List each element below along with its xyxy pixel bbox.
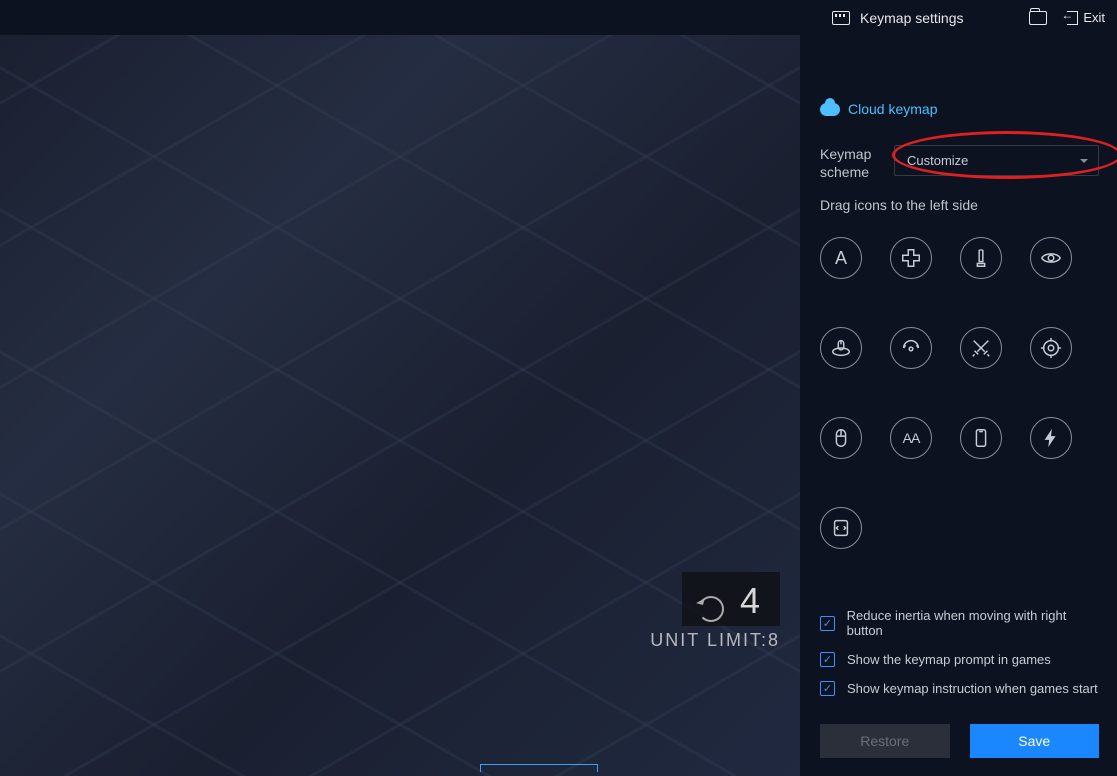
bolt-icon[interactable] [1030,417,1072,459]
check-reduce-inertia[interactable]: ✓ Reduce inertia when moving with right … [820,608,1099,638]
dpad-icon[interactable] [890,237,932,279]
tool-icon-grid: A AA [820,237,1099,549]
drag-hint: Drag icons to the left side [820,197,1099,213]
script-icon[interactable] [820,507,862,549]
cloud-keymap-link[interactable]: Cloud keymap [820,101,1099,117]
bullet-icon[interactable] [960,237,1002,279]
checkbox-icon: ✓ [820,652,835,667]
letter-a-icon[interactable]: A [820,237,862,279]
check-show-instruction[interactable]: ✓ Show keymap instruction when games sta… [820,681,1099,696]
hud-counter: 4 [682,572,780,626]
scheme-dropdown[interactable]: Customize [894,145,1099,176]
topbar-title: Keymap settings [860,10,964,26]
hud-count: 4 [740,580,764,621]
refresh-icon [698,596,724,622]
restore-button[interactable]: Restore [820,724,950,758]
topbar-right: Exit [1029,10,1105,25]
bottom-highlight [480,764,598,772]
options-checks: ✓ Reduce inertia when moving with right … [820,608,1099,696]
title-block: Keymap settings [832,10,964,26]
exit-icon [1063,11,1077,25]
keyboard-icon [832,11,850,25]
panel-buttons: Restore Save [820,724,1099,758]
game-viewport[interactable]: 4 UNIT LIMIT:8 [0,35,800,776]
check-label: Reduce inertia when moving with right bu… [847,608,1099,638]
check-label: Show keymap instruction when games start [847,681,1098,696]
hud-limit: UNIT LIMIT:8 [650,630,780,651]
topbar: Keymap settings Exit [0,0,1117,35]
checkbox-icon: ✓ [820,616,835,631]
double-a-icon[interactable]: AA [890,417,932,459]
checkbox-icon: ✓ [820,681,835,696]
exit-button[interactable]: Exit [1063,10,1105,25]
device-icon[interactable] [960,417,1002,459]
exit-label: Exit [1083,10,1105,25]
mouse-icon[interactable] [820,417,862,459]
swords-icon[interactable] [960,327,1002,369]
scheme-label: Keymap scheme [820,145,880,181]
mouse-orbit-icon[interactable] [820,327,862,369]
eye-icon[interactable] [1030,237,1072,279]
keymap-panel: Cloud keymap Keymap scheme Customize Dra… [800,35,1117,776]
tilt-icon[interactable] [890,327,932,369]
check-label: Show the keymap prompt in games [847,652,1051,667]
folder-icon[interactable] [1029,11,1047,25]
cloud-icon [820,103,840,116]
cloud-label: Cloud keymap [848,101,938,117]
scheme-selected: Customize [894,145,1099,176]
crosshair-icon[interactable] [1030,327,1072,369]
check-show-prompt[interactable]: ✓ Show the keymap prompt in games [820,652,1099,667]
save-button[interactable]: Save [970,724,1100,758]
scheme-row: Keymap scheme Customize [820,145,1099,181]
